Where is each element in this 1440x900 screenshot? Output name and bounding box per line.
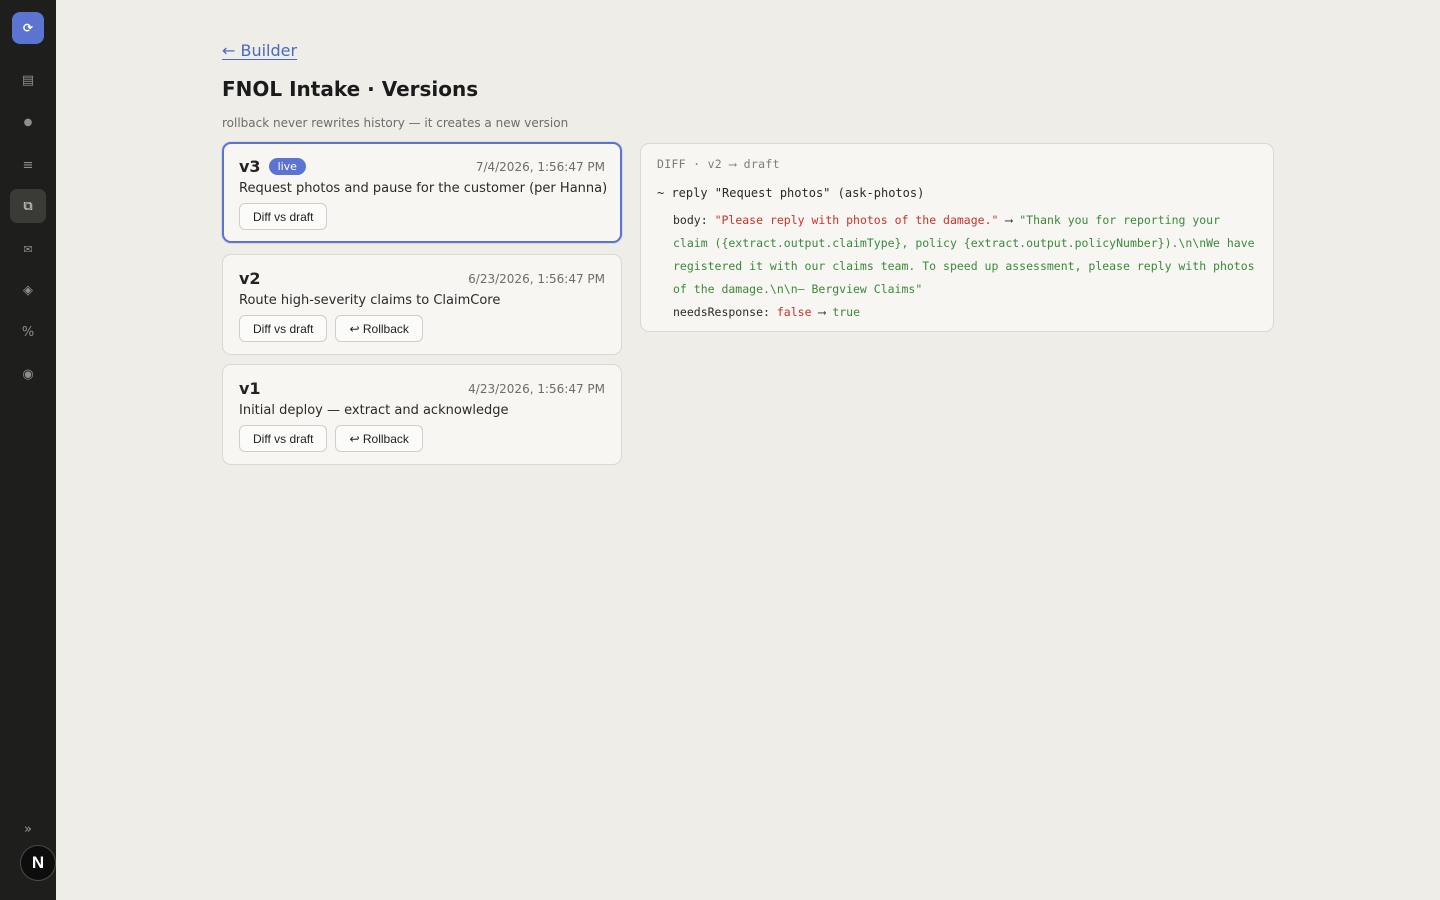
sidebar-item-menu[interactable]: ≡ — [10, 148, 46, 182]
app-logo[interactable]: ⟳ — [12, 12, 44, 44]
version-card-v2[interactable]: v2 6/23/2026, 1:56:47 PM Route high-seve… — [222, 254, 622, 355]
diff-old-value: "Please reply with photos of the damage.… — [714, 213, 999, 227]
menu-icon: ≡ — [22, 157, 34, 173]
version-description: Request photos and pause for the custome… — [239, 181, 608, 196]
diff-panel: DIFF · v2 ⟶ draft ~ reply "Request photo… — [640, 143, 1274, 332]
diff-header: DIFF · v2 ⟶ draft — [657, 157, 780, 171]
version-card-v3[interactable]: v3 live 7/4/2026, 1:56:47 PM Request pho… — [222, 142, 622, 243]
mail-icon: ✉ — [23, 242, 33, 256]
percent-icon: % — [21, 324, 35, 340]
diff-arrow: ⟶ — [818, 305, 826, 319]
version-title-group: v2 — [239, 269, 261, 288]
double-chevron-right-icon: » — [24, 821, 32, 837]
diff-arrow: ⟶ — [1005, 213, 1013, 227]
version-label: v3 — [239, 157, 261, 176]
version-title-group: v3 live — [239, 157, 306, 176]
version-label: v2 — [239, 269, 261, 288]
version-description: Initial deploy — extract and acknowledge — [239, 403, 509, 418]
sidebar-item-circle[interactable]: ● — [10, 106, 46, 140]
sidebar-item-diamond[interactable]: ◈ — [10, 273, 46, 307]
diff-field-key: body: — [673, 213, 708, 227]
version-actions: Diff vs draft — [239, 203, 328, 230]
page-title: FNOL Intake · Versions — [222, 77, 479, 101]
version-label: v1 — [239, 379, 261, 398]
version-description: Route high-severity claims to ClaimCore — [239, 293, 501, 308]
version-title-group: v1 — [239, 379, 261, 398]
record-icon: ◉ — [22, 366, 34, 382]
sidebar-item-record[interactable]: ◉ — [10, 357, 46, 391]
version-card-header: v3 live 7/4/2026, 1:56:47 PM — [239, 157, 605, 176]
circle-icon: ● — [23, 117, 33, 128]
diff-new-value: true — [832, 305, 861, 319]
avatar[interactable]: N — [20, 845, 56, 881]
diff-vs-draft-button[interactable]: Diff vs draft — [239, 203, 328, 230]
diff-needs-response-field: needsResponse: false ⟶ true — [673, 301, 1258, 324]
rollback-button[interactable]: ↩ Rollback — [335, 425, 423, 452]
logo-icon: ⟳ — [22, 21, 34, 35]
version-card-v1[interactable]: v1 4/23/2026, 1:56:47 PM Initial deploy … — [222, 364, 622, 465]
version-card-header: v1 4/23/2026, 1:56:47 PM — [239, 379, 605, 398]
version-date: 6/23/2026, 1:56:47 PM — [468, 271, 605, 286]
back-to-builder-link[interactable]: ← Builder — [222, 41, 297, 60]
version-actions: Diff vs draft ↩ Rollback — [239, 425, 423, 452]
list-icon: ▤ — [21, 72, 35, 88]
avatar-initial: N — [31, 853, 45, 872]
sidebar-item-mail[interactable]: ✉ — [10, 232, 46, 266]
diamond-icon: ◈ — [23, 282, 33, 298]
diff-field-key: needsResponse: — [673, 305, 770, 319]
sidebar-item-percent[interactable]: % — [10, 315, 46, 349]
version-actions: Diff vs draft ↩ Rollback — [239, 315, 423, 342]
versions-icon: ⧉ — [23, 198, 33, 214]
diff-vs-draft-button[interactable]: Diff vs draft — [239, 315, 328, 342]
live-badge: live — [268, 158, 306, 175]
sidebar: ⟳ ▤ ● ≡ ⧉ ✉ ◈ % ◉ » N — [0, 0, 56, 900]
diff-body: body: "Please reply with photos of the d… — [673, 209, 1258, 324]
sidebar-item-list[interactable]: ▤ — [10, 63, 46, 97]
diff-change-line: ~ reply "Request photos" (ask-photos) — [657, 186, 925, 200]
sidebar-item-versions[interactable]: ⧉ — [10, 189, 46, 223]
version-date: 4/23/2026, 1:56:47 PM — [468, 381, 605, 396]
diff-body-field: body: "Please reply with photos of the d… — [673, 209, 1258, 301]
version-card-header: v2 6/23/2026, 1:56:47 PM — [239, 269, 605, 288]
version-date: 7/4/2026, 1:56:47 PM — [475, 159, 605, 174]
expand-sidebar-button[interactable]: » — [18, 820, 38, 838]
diff-old-value: false — [776, 305, 812, 319]
rollback-button[interactable]: ↩ Rollback — [335, 315, 423, 342]
diff-vs-draft-button[interactable]: Diff vs draft — [239, 425, 328, 452]
page-subtitle: rollback never rewrites history — it cre… — [222, 116, 569, 130]
